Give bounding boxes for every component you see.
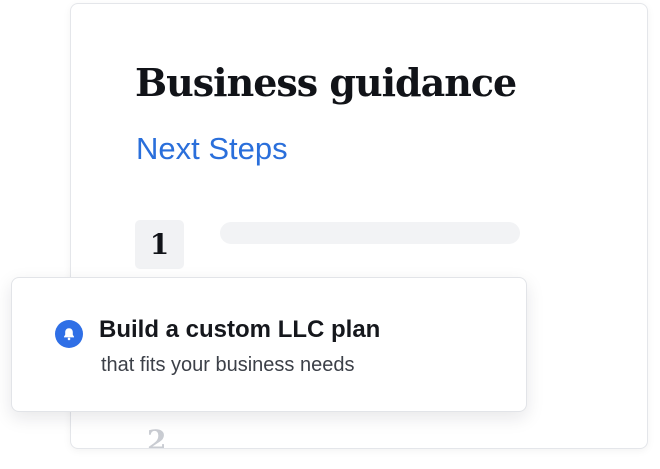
notification-title: Build a custom LLC plan <box>99 316 381 343</box>
step-2-number: 2 <box>147 424 167 449</box>
card-title: Business guidance <box>135 60 517 105</box>
llc-plan-notification[interactable]: Build a custom LLC plan that fits your b… <box>11 277 527 412</box>
step-1-placeholder-bar <box>220 222 520 244</box>
notification-subtitle: that fits your business needs <box>101 354 355 376</box>
step-1-number: 1 <box>135 220 184 269</box>
next-steps-heading: Next Steps <box>136 131 288 166</box>
stage: Business guidance Next Steps 1 2 Build a… <box>0 0 660 469</box>
bell-icon <box>55 320 83 348</box>
